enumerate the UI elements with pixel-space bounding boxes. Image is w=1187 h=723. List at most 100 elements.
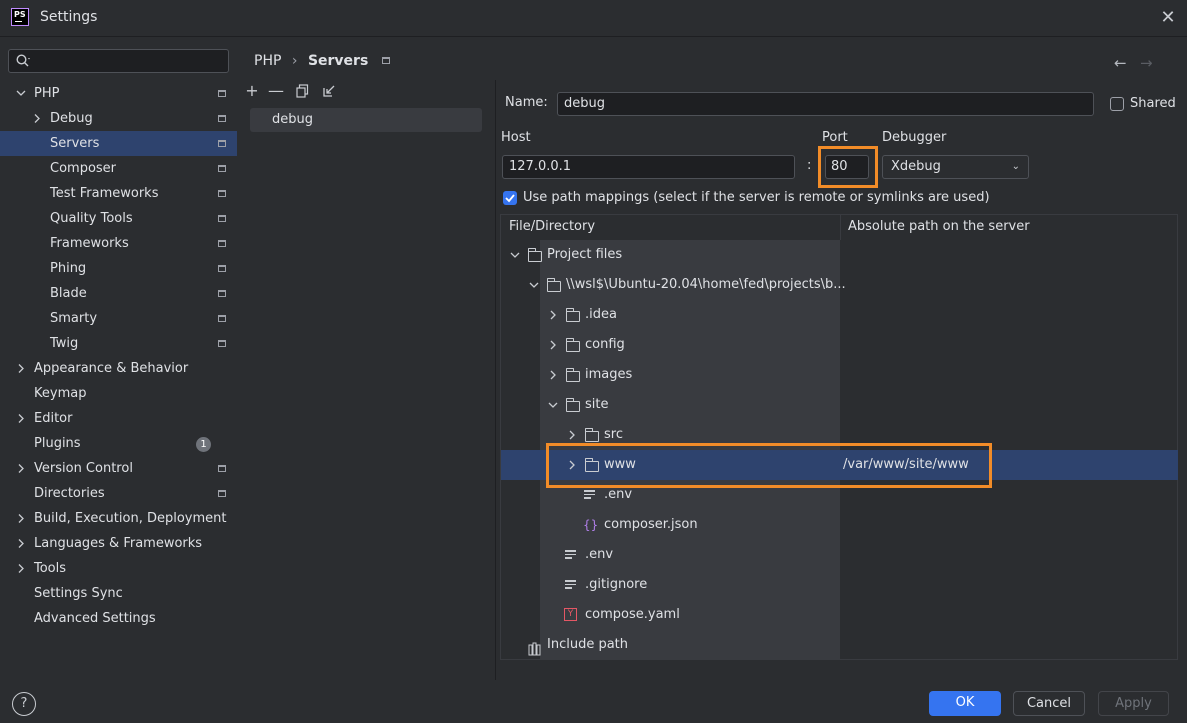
- sidebar-item[interactable]: Twig: [0, 331, 237, 356]
- sidebar-item[interactable]: Advanced Settings: [0, 606, 237, 631]
- sidebar-item[interactable]: Quality Tools: [0, 206, 237, 231]
- sidebar-item[interactable]: Appearance & Behavior: [0, 356, 237, 381]
- chevron-right-icon[interactable]: [15, 456, 27, 481]
- back-arrow-icon[interactable]: ←: [1114, 54, 1127, 72]
- sidebar-item[interactable]: Smarty: [0, 306, 237, 331]
- column-header-file-directory[interactable]: File/Directory: [509, 214, 595, 240]
- import-icon[interactable]: [320, 82, 338, 100]
- host-label: Host: [501, 130, 531, 145]
- project-settings-icon: [218, 290, 226, 297]
- sidebar-item[interactable]: Composer: [0, 156, 237, 181]
- chevron-right-icon[interactable]: [15, 406, 27, 431]
- use-path-mappings-checkbox[interactable]: [503, 191, 517, 205]
- table-row[interactable]: images: [501, 360, 1178, 390]
- sidebar-item-label: Version Control: [34, 461, 133, 476]
- add-server-icon[interactable]: +: [243, 82, 261, 100]
- sidebar-item[interactable]: Directories: [0, 481, 237, 506]
- breadcrumb-separator: ›: [291, 53, 298, 69]
- sidebar-item[interactable]: Build, Execution, Deployment: [0, 506, 237, 531]
- copy-server-icon[interactable]: [294, 82, 312, 100]
- sidebar-item-label: Blade: [50, 286, 87, 301]
- table-row[interactable]: config: [501, 330, 1178, 360]
- project-settings-icon: [218, 265, 226, 272]
- port-highlight-box: [818, 146, 878, 188]
- sidebar-item[interactable]: Blade: [0, 281, 237, 306]
- sidebar-item-label: Frameworks: [50, 236, 129, 251]
- close-icon[interactable]: ✕: [1158, 8, 1178, 28]
- sidebar-item[interactable]: PHP: [0, 81, 237, 106]
- project-settings-icon: [218, 115, 226, 122]
- sidebar-item-label: Tools: [34, 561, 67, 576]
- chevron-right-icon[interactable]: [15, 556, 27, 581]
- chevron-right-icon[interactable]: [15, 356, 27, 381]
- forward-arrow-icon[interactable]: →: [1140, 54, 1153, 72]
- file-name: Project files: [547, 247, 623, 262]
- chevron-down-icon[interactable]: [15, 81, 27, 106]
- table-row[interactable]: {} composer.json: [501, 510, 1178, 540]
- sidebar-item[interactable]: Settings Sync: [0, 581, 237, 606]
- file-name: \\wsl$\Ubuntu-20.04\home\fed\projects\b.…: [566, 277, 846, 292]
- ok-button[interactable]: OK: [929, 691, 1001, 716]
- phpstorm-logo-icon: PS: [11, 8, 29, 26]
- file-name: Include path: [547, 637, 629, 652]
- plugins-update-badge: 1: [196, 437, 211, 452]
- table-row[interactable]: Include path: [501, 630, 1178, 660]
- chevron-right-icon[interactable]: [31, 106, 43, 131]
- json-file-icon: {}: [583, 518, 599, 532]
- sidebar-item[interactable]: Frameworks: [0, 231, 237, 256]
- column-divider: [840, 214, 841, 240]
- settings-search-input[interactable]: [8, 49, 229, 73]
- remove-server-icon[interactable]: —: [267, 82, 285, 100]
- table-row[interactable]: Project files: [501, 240, 1178, 270]
- debugger-value: Xdebug: [891, 159, 941, 174]
- table-row[interactable]: .gitignore: [501, 570, 1178, 600]
- table-row[interactable]: .idea: [501, 300, 1178, 330]
- sidebar-item[interactable]: Test Frameworks: [0, 181, 237, 206]
- file-name: .env: [585, 547, 614, 562]
- sidebar-item[interactable]: Version Control: [0, 456, 237, 481]
- chevron-right-icon[interactable]: [15, 531, 27, 556]
- use-path-mappings-label: Use path mappings (select if the server …: [523, 190, 990, 205]
- sidebar-item[interactable]: Keymap: [0, 381, 237, 406]
- name-label: Name:: [505, 95, 548, 110]
- help-button[interactable]: ?: [12, 692, 36, 716]
- sidebar-item[interactable]: Servers: [0, 131, 237, 156]
- project-settings-icon: [218, 190, 226, 197]
- text-file-icon: [584, 490, 595, 501]
- yaml-file-icon: Y: [564, 608, 577, 621]
- project-settings-icon: [218, 340, 226, 347]
- app-icon-text: PS: [14, 10, 26, 19]
- folder-icon: [547, 278, 561, 292]
- host-field[interactable]: 127.0.0.1: [502, 155, 795, 179]
- folder-icon: [566, 308, 580, 322]
- folder-icon: [585, 428, 599, 442]
- name-field[interactable]: debug: [557, 92, 1094, 116]
- file-name: config: [585, 337, 625, 352]
- debugger-select[interactable]: Xdebug ⌄: [882, 155, 1029, 179]
- sidebar-item[interactable]: Debug: [0, 106, 237, 131]
- chevron-right-icon[interactable]: [15, 506, 27, 531]
- breadcrumb-parent[interactable]: PHP: [254, 53, 281, 69]
- sidebar-item[interactable]: Plugins 1: [0, 431, 237, 456]
- project-settings-icon: [218, 240, 226, 247]
- www-mapping-highlight-box: [546, 443, 992, 488]
- server-list-item[interactable]: debug: [250, 108, 482, 132]
- cancel-button[interactable]: Cancel: [1013, 691, 1085, 716]
- table-row[interactable]: Ycompose.yaml: [501, 600, 1178, 630]
- file-name: site: [585, 397, 609, 412]
- sidebar-item[interactable]: Editor: [0, 406, 237, 431]
- apply-button[interactable]: Apply: [1098, 691, 1169, 716]
- sidebar-item[interactable]: Phing: [0, 256, 237, 281]
- column-header-absolute-path[interactable]: Absolute path on the server: [848, 214, 1030, 240]
- table-row[interactable]: .env: [501, 540, 1178, 570]
- table-row[interactable]: site: [501, 390, 1178, 420]
- sidebar-item-label: Twig: [50, 336, 79, 351]
- sidebar-item-label: Editor: [34, 411, 73, 426]
- sidebar-item[interactable]: Tools: [0, 556, 237, 581]
- shared-checkbox[interactable]: [1110, 97, 1124, 111]
- sidebar-item-label: Appearance & Behavior: [34, 361, 189, 376]
- folder-icon: [566, 398, 580, 412]
- sidebar-item-label: Build, Execution, Deployment: [34, 511, 227, 526]
- table-row[interactable]: \\wsl$\Ubuntu-20.04\home\fed\projects\b.…: [501, 270, 1178, 300]
- sidebar-item[interactable]: Languages & Frameworks: [0, 531, 237, 556]
